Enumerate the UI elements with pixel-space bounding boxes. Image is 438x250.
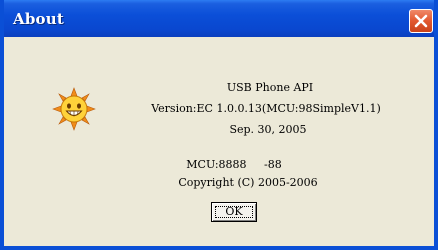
close-icon	[414, 14, 428, 28]
sun-smiley-icon	[52, 87, 96, 131]
ok-button[interactable]: OK	[211, 202, 257, 222]
title-bar[interactable]: About	[4, 0, 434, 37]
product-name: USB Phone API	[226, 81, 314, 94]
release-date: Sep. 30, 2005	[229, 123, 307, 136]
mcu-text: MCU:8888 -88	[186, 158, 282, 171]
close-button[interactable]	[409, 9, 433, 33]
copyright-text: Copyright (C) 2005-2006	[178, 176, 318, 189]
ok-button-label: OK	[225, 205, 243, 218]
version-text: Version:EC 1.0.0.13(MCU:98SimpleV1.1)	[151, 102, 381, 115]
window-title: About	[13, 10, 64, 28]
about-dialog: About USB Phone API Version:EC 1.0.0.13(…	[0, 0, 438, 250]
